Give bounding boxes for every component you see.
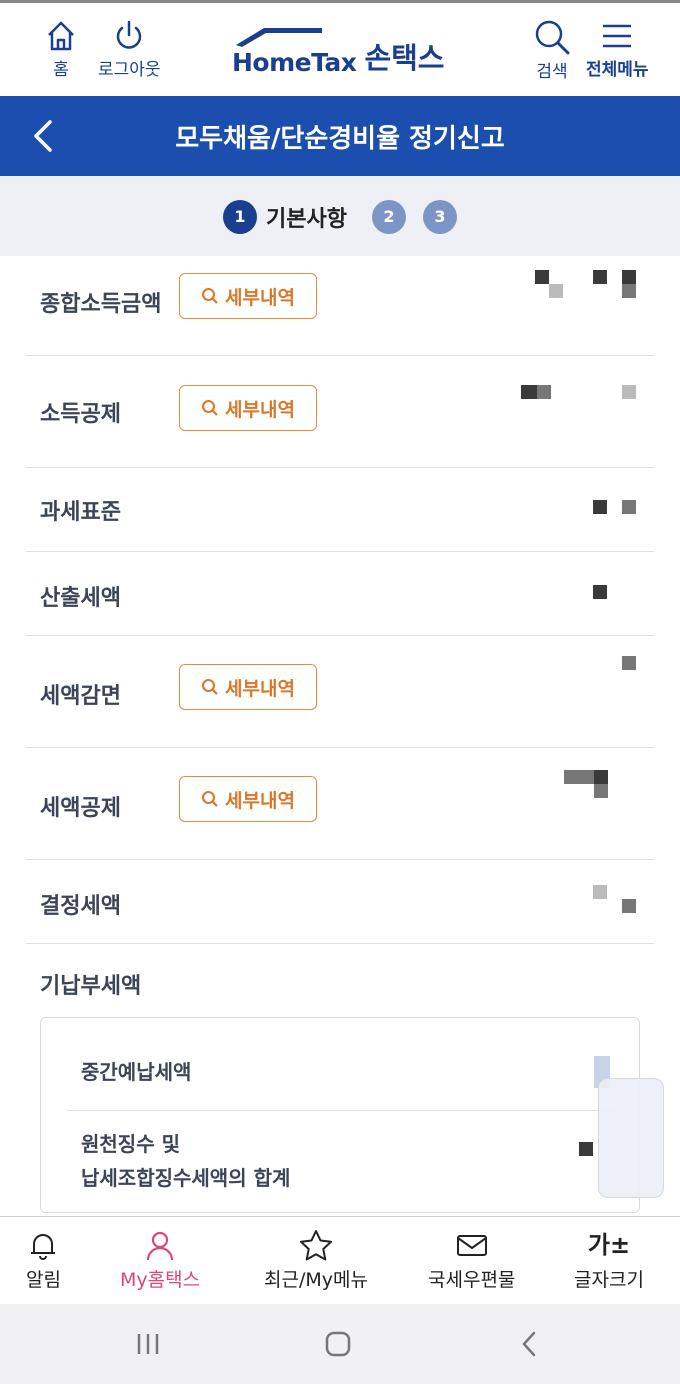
total-income-label: 종합소득금액 bbox=[40, 292, 162, 317]
search-label: 검색 bbox=[536, 62, 568, 82]
power-icon bbox=[117, 20, 142, 49]
determined-tax-label: 결정세액 bbox=[40, 894, 121, 919]
step-1-dot: 1 bbox=[223, 200, 257, 234]
logout-button[interactable]: 로그아웃 bbox=[98, 19, 161, 80]
recent-apps-icon[interactable] bbox=[134, 1330, 162, 1358]
row-income-deduction: 소득공제 세부내역 bbox=[26, 356, 654, 468]
interim-prepaid-label: 중간예납세액 bbox=[81, 1060, 192, 1084]
all-menu-label: 전체메뉴 bbox=[586, 60, 649, 80]
step-3-dot[interactable]: 3 bbox=[423, 200, 457, 234]
row-tax-base: 과세표준 bbox=[26, 468, 654, 552]
title-bar: 모두채움/단순경비율 정기신고 bbox=[0, 96, 680, 176]
nav-mail[interactable]: 국세우편물 bbox=[428, 1229, 515, 1292]
hometax-logo[interactable]: HomeTax 손택스 bbox=[232, 28, 445, 77]
nav-font-size-label: 글자크기 bbox=[574, 1269, 644, 1291]
nav-recent-label: 최근/My메뉴 bbox=[264, 1269, 368, 1291]
logout-label: 로그아웃 bbox=[98, 60, 161, 80]
mail-icon bbox=[456, 1235, 487, 1256]
nav-font-size[interactable]: 가± 글자크기 bbox=[574, 1229, 644, 1292]
user-icon bbox=[146, 1231, 174, 1261]
scroll-top-button[interactable] bbox=[598, 1078, 664, 1198]
bottom-nav: 알림 My홈택스 최근/My메뉴 국세우편물 가± 글자크기 bbox=[0, 1216, 680, 1304]
nav-alerts-label: 알림 bbox=[26, 1269, 61, 1291]
prepaid-divider bbox=[67, 1110, 615, 1111]
all-menu-button[interactable]: 전체메뉴 bbox=[586, 19, 649, 80]
top-header: 홈 로그아웃 HomeTax 손택스 검색 전체메뉴 bbox=[0, 0, 680, 96]
row-determined-tax: 결정세액 bbox=[26, 860, 654, 944]
logo-text-en: HomeTax bbox=[232, 48, 357, 77]
income-deduction-label: 소득공제 bbox=[40, 402, 121, 427]
nav-mail-label: 국세우편물 bbox=[428, 1269, 516, 1291]
step-indicator: 1 기본사항 2 3 bbox=[0, 176, 680, 256]
home-button[interactable]: 홈 bbox=[44, 19, 78, 80]
nav-my-hometax-label: My홈택스 bbox=[120, 1269, 201, 1291]
detail-button-label: 세부내역 bbox=[225, 789, 295, 812]
nav-recent[interactable]: 최근/My메뉴 bbox=[264, 1229, 368, 1292]
detail-button-label: 세부내역 bbox=[225, 677, 295, 700]
step-2-dot[interactable]: 2 bbox=[372, 200, 406, 234]
search-icon bbox=[535, 20, 570, 55]
search-icon bbox=[202, 288, 218, 304]
tax-base-label: 과세표준 bbox=[40, 500, 121, 525]
search-button[interactable]: 검색 bbox=[532, 19, 572, 82]
font-size-icon: 가± bbox=[587, 1231, 631, 1259]
prepaid-tax-label: 기납부세액 bbox=[40, 974, 142, 999]
total-income-detail-button[interactable]: 세부내역 bbox=[179, 273, 317, 319]
tax-reduction-label: 세액감면 bbox=[40, 684, 121, 709]
row-tax-credit: 세액공제 세부내역 bbox=[26, 748, 654, 860]
star-icon bbox=[299, 1230, 332, 1261]
back-nav-icon[interactable] bbox=[516, 1330, 544, 1358]
prepaid-tax-box: 중간예납세액 원천징수 및 납세조합징수세액의 합계 bbox=[40, 1017, 640, 1213]
bell-icon bbox=[31, 1234, 56, 1260]
home-label: 홈 bbox=[53, 60, 69, 80]
row-tax-reduction: 세액감면 세부내역 bbox=[26, 636, 654, 748]
calculated-tax-label: 산출세액 bbox=[40, 586, 121, 611]
withholding-label-line1: 원천징수 및 bbox=[81, 1132, 180, 1156]
search-icon bbox=[202, 791, 218, 807]
nav-my-hometax[interactable]: My홈택스 bbox=[120, 1229, 200, 1292]
row-prepaid-tax: 기납부세액 bbox=[26, 944, 654, 1014]
row-calculated-tax: 산출세액 bbox=[26, 552, 654, 636]
tax-credit-label: 세액공제 bbox=[40, 796, 121, 821]
logo-roof-icon bbox=[236, 28, 322, 47]
home-icon bbox=[48, 21, 74, 51]
logo-text-ko: 손택스 bbox=[364, 41, 445, 75]
detail-button-label: 세부내역 bbox=[225, 286, 295, 309]
nav-alerts[interactable]: 알림 bbox=[26, 1229, 61, 1292]
search-icon bbox=[202, 400, 218, 416]
step-1-label: 기본사항 bbox=[266, 207, 347, 232]
row-total-income: 종합소득금액 세부내역 bbox=[26, 256, 654, 356]
search-icon bbox=[202, 679, 218, 695]
page-title: 모두채움/단순경비율 정기신고 bbox=[175, 124, 505, 154]
withholding-label-line2: 납세조합징수세액의 합계 bbox=[81, 1166, 291, 1190]
detail-button-label: 세부내역 bbox=[225, 398, 295, 421]
hamburger-icon bbox=[603, 24, 632, 48]
home-nav-icon[interactable] bbox=[324, 1330, 352, 1358]
tax-reduction-detail-button[interactable]: 세부내역 bbox=[179, 664, 317, 710]
system-nav-bar bbox=[0, 1304, 680, 1384]
income-deduction-detail-button[interactable]: 세부내역 bbox=[179, 385, 317, 431]
tax-credit-detail-button[interactable]: 세부내역 bbox=[179, 776, 317, 822]
